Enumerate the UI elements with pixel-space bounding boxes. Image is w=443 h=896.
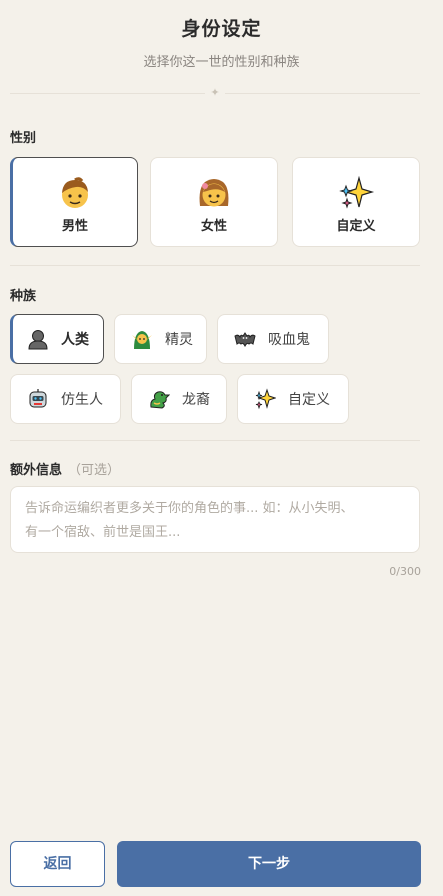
- page-subtitle: 选择你这一世的性别和种族: [143, 55, 300, 70]
- gender-option-label: 女性: [200, 219, 227, 234]
- race-option-label: 人类: [61, 332, 89, 348]
- race-option-human[interactable]: 人类: [10, 314, 104, 364]
- sparkles-icon: [255, 388, 276, 410]
- page-title: 身份设定: [181, 18, 262, 40]
- race-option-vampire[interactable]: 吸血鬼: [217, 314, 329, 364]
- race-option-label: 仿生人: [61, 392, 103, 408]
- race-option-dragonborn[interactable]: 龙裔: [131, 374, 227, 424]
- section-divider: [10, 440, 420, 441]
- race-option-elf[interactable]: 精灵: [114, 314, 207, 364]
- divider-star-icon: ✦: [205, 86, 225, 100]
- gender-option-label: 自定义: [336, 219, 376, 234]
- optional-note: （可选）: [68, 463, 121, 478]
- race-option-label: 自定义: [288, 392, 330, 408]
- bat-icon: [234, 332, 256, 348]
- next-button[interactable]: 下一步: [117, 841, 421, 887]
- race-option-android[interactable]: 仿生人: [10, 374, 121, 424]
- char-counter: 0/300: [389, 565, 421, 578]
- robot-icon: [29, 389, 47, 408]
- textarea-placeholder-line: 告诉命运编织者更多关于你的角色的事... 如：从小失明、: [25, 501, 354, 516]
- back-button[interactable]: 返回: [10, 841, 105, 887]
- extra-label: 额外信息: [10, 463, 63, 478]
- sparkles-icon: [339, 176, 375, 209]
- gender-option-female[interactable]: 女性: [150, 157, 278, 247]
- extra-section-label: 额外信息 （可选）: [10, 459, 120, 478]
- gender-option-custom[interactable]: 自定义: [292, 157, 420, 247]
- dragon-icon: [150, 391, 170, 409]
- page-header: 身份设定 选择你这一世的性别和种族: [0, 14, 443, 70]
- man-emoji-icon: [62, 177, 88, 208]
- section-divider: [10, 265, 420, 266]
- gender-section-label: 性别: [10, 131, 37, 146]
- gender-option-male[interactable]: 男性: [10, 157, 138, 247]
- race-option-label: 精灵: [165, 332, 193, 348]
- gender-option-label: 男性: [61, 219, 88, 234]
- woman-emoji-icon: [199, 179, 229, 207]
- race-option-label: 龙裔: [182, 392, 210, 408]
- race-option-label: 吸血鬼: [268, 332, 310, 348]
- race-option-custom[interactable]: 自定义: [237, 374, 349, 424]
- elf-icon: [132, 331, 152, 349]
- human-silhouette-icon: [28, 330, 48, 350]
- textarea-placeholder-line: 有一个宿敌、前世是国王...: [25, 525, 181, 540]
- extra-info-textarea[interactable]: 告诉命运编织者更多关于你的角色的事... 如：从小失明、 有一个宿敌、前世是国王…: [10, 486, 420, 553]
- race-section-label: 种族: [10, 289, 37, 304]
